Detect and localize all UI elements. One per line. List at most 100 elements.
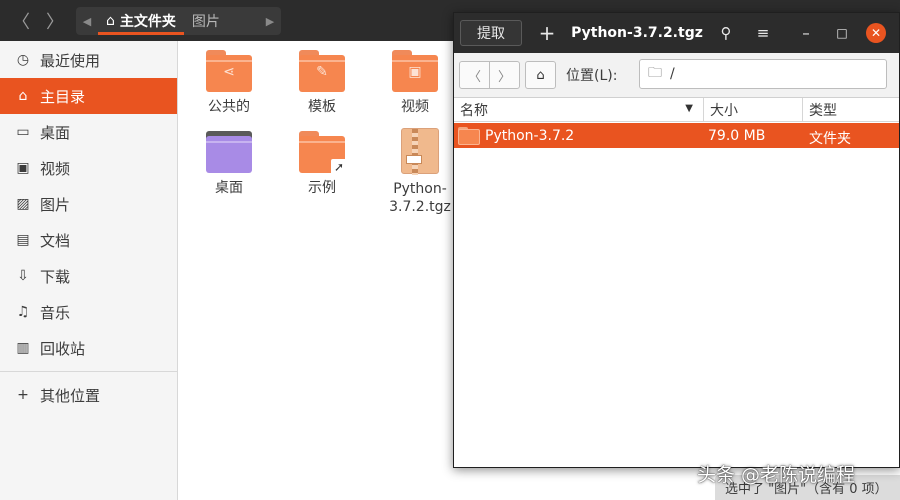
- document-icon: ▤: [16, 232, 30, 248]
- download-icon: ⇩: [17, 268, 29, 284]
- file-item-label: 视频: [401, 99, 429, 115]
- hamburger-menu-icon: ≡: [756, 24, 770, 42]
- sidebar-item-label: 图片: [40, 195, 71, 214]
- folder-video-icon: ▣: [392, 50, 438, 92]
- column-header-name[interactable]: 名称 ▼: [454, 98, 704, 122]
- close-button[interactable]: ✕: [866, 23, 886, 43]
- location-label: 位置(L):: [566, 68, 618, 84]
- sidebar-item-label: 桌面: [40, 123, 71, 142]
- video-icon: ▣: [16, 160, 30, 176]
- minimize-button[interactable]: –: [793, 20, 819, 46]
- sidebar-item-recent[interactable]: ◷ 最近使用: [0, 42, 177, 78]
- sidebar-item-label: 文档: [40, 231, 71, 250]
- file-item-label: Python-3.7.2.tgz: [389, 181, 451, 215]
- home-icon: ⌂: [18, 88, 28, 104]
- file-item-templates[interactable]: ✎ 模板: [282, 50, 362, 116]
- sidebar-item-pictures[interactable]: ▨ 图片: [0, 186, 177, 222]
- sidebar-item-label: 视频: [40, 159, 71, 178]
- symlink-arrow-icon: ➚: [331, 159, 347, 175]
- sidebar-item-other-places[interactable]: + 其他位置: [0, 377, 177, 413]
- plus-icon: +: [17, 387, 29, 403]
- folder-desktop-icon: [206, 131, 252, 173]
- sidebar-item-label: 最近使用: [40, 51, 101, 70]
- add-files-button[interactable]: +: [534, 20, 560, 46]
- sidebar-item-home[interactable]: ⌂ 主目录: [0, 78, 177, 114]
- sidebar-item-documents[interactable]: ▤ 文档: [0, 222, 177, 258]
- sidebar: ◷ 最近使用 ⌂ 主目录 ▭ 桌面 ▣ 视频 ▨ 图片 ▤ 文档 ⇩ 下载 ♫ 音乐 ▥ 回收站 …: [0, 41, 178, 500]
- file-item-public[interactable]: ⋖ 公共的: [189, 50, 269, 116]
- window-title: Python-3.7.2.tgz: [571, 25, 703, 41]
- file-item-desktop[interactable]: 桌面: [189, 131, 269, 197]
- column-header-label: 类型: [809, 103, 837, 119]
- watermark: 头条 @老陈说编程: [697, 464, 856, 486]
- back-button[interactable]: 〈: [6, 7, 36, 35]
- path-segment-pictures[interactable]: 图片: [184, 7, 228, 35]
- maximize-button[interactable]: □: [829, 20, 855, 46]
- table-row[interactable]: Python-3.7.2 79.0 MB 文件夹: [454, 123, 899, 148]
- sidebar-item-label: 回收站: [40, 339, 86, 358]
- row-name-cell: Python-3.7.2: [454, 123, 704, 148]
- folder-share-icon: ⋖: [206, 50, 252, 92]
- home-icon: ⌂: [106, 13, 115, 29]
- column-header-size[interactable]: 大小: [704, 98, 803, 122]
- file-item-label: 公共的: [208, 99, 250, 115]
- file-item-videos[interactable]: ▣ 视频: [375, 50, 455, 116]
- forward-button[interactable]: 〉: [489, 61, 520, 89]
- home-button[interactable]: ⌂: [525, 61, 556, 89]
- file-item-label: 示例: [308, 180, 336, 196]
- sidebar-item-trash[interactable]: ▥ 回收站: [0, 330, 177, 366]
- path-scroll-left-icon[interactable]: ◀: [76, 15, 98, 28]
- chevron-left-icon: 〈: [12, 12, 30, 33]
- sidebar-item-music[interactable]: ♫ 音乐: [0, 294, 177, 330]
- menu-button[interactable]: ≡: [750, 20, 776, 46]
- search-icon: ⚲: [720, 24, 732, 42]
- minimize-icon: –: [802, 24, 810, 42]
- folder-template-icon: ✎: [299, 50, 345, 92]
- back-button[interactable]: 〈: [459, 61, 490, 89]
- sidebar-item-videos[interactable]: ▣ 视频: [0, 150, 177, 186]
- row-name: Python-3.7.2: [485, 127, 575, 144]
- chevron-left-icon: 〈: [467, 69, 481, 85]
- path-segment-label: 主文件夹: [119, 14, 176, 30]
- location-value: /: [670, 66, 675, 82]
- file-item-python-archive[interactable]: Python-3.7.2.tgz: [375, 128, 465, 216]
- path-segment-home[interactable]: ⌂ 主文件夹: [98, 7, 184, 35]
- path-segment-label: 图片: [191, 14, 220, 30]
- sidebar-divider: [0, 371, 177, 372]
- folder-icon: 🗀: [648, 65, 662, 81]
- column-header-label: 大小: [710, 103, 738, 119]
- folder-link-icon: ➚: [299, 131, 347, 175]
- music-icon: ♫: [16, 304, 30, 320]
- row-size-cell: 79.0 MB: [708, 127, 766, 144]
- path-scroll-right-icon[interactable]: ▶: [259, 15, 281, 28]
- maximize-icon: □: [836, 26, 848, 40]
- picture-icon: ▨: [16, 196, 30, 212]
- column-header-type[interactable]: 类型: [803, 98, 899, 122]
- extract-button[interactable]: 提取: [460, 20, 522, 46]
- forward-button[interactable]: 〉: [40, 7, 70, 35]
- column-header-row: 名称 ▼ 大小 类型: [454, 98, 899, 122]
- file-item-examples[interactable]: ➚ 示例: [282, 131, 362, 197]
- plus-icon: +: [538, 21, 556, 45]
- location-toolbar: 〈 〉 ⌂ 位置(L): 🗀 /: [454, 53, 899, 98]
- sidebar-item-label: 主目录: [40, 87, 86, 106]
- chevron-right-icon: 〉: [46, 12, 64, 33]
- archive-icon: [401, 128, 439, 175]
- pathbar: ◀ ⌂ 主文件夹 图片 ▶: [76, 7, 281, 35]
- clock-icon: ◷: [16, 52, 30, 68]
- archive-manager-headerbar: 提取 + Python-3.7.2.tgz ⚲ ≡ – □ ✕: [454, 13, 899, 53]
- sidebar-item-downloads[interactable]: ⇩ 下载: [0, 258, 177, 294]
- sidebar-item-desktop[interactable]: ▭ 桌面: [0, 114, 177, 150]
- sidebar-item-label: 下载: [40, 267, 71, 286]
- desktop-icon: ▭: [16, 124, 30, 140]
- sidebar-item-label: 其他位置: [40, 386, 101, 405]
- location-field[interactable]: 🗀 /: [639, 59, 887, 89]
- home-icon: ⌂: [536, 67, 545, 83]
- close-icon: ✕: [870, 26, 882, 40]
- file-item-label: 桌面: [215, 180, 243, 196]
- search-button[interactable]: ⚲: [713, 20, 739, 46]
- archive-manager-window: 提取 + Python-3.7.2.tgz ⚲ ≡ – □ ✕ 〈 〉 ⌂ 位置…: [453, 12, 900, 468]
- file-item-label: 模板: [308, 99, 336, 115]
- sidebar-item-label: 音乐: [40, 303, 71, 322]
- trash-icon: ▥: [16, 340, 30, 356]
